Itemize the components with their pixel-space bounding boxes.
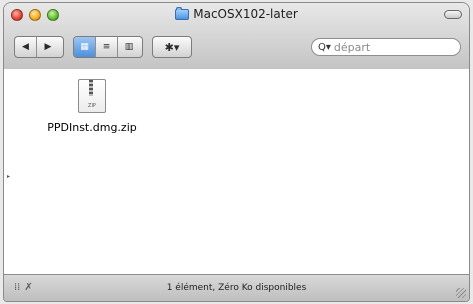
resize-handle[interactable] (456, 288, 466, 298)
navigation-buttons: ◀ ▶ (14, 36, 64, 58)
status-bar: ⁞⁞ ✗ 1 élément, Zéro Ko disponibles (4, 274, 469, 301)
toolbar-toggle-button[interactable] (444, 10, 462, 19)
zip-icon-label: ZIP (88, 103, 96, 109)
search-icon: Q▾ (318, 41, 331, 53)
file-name[interactable]: PPDInst.dmg.zip (42, 121, 142, 134)
title-bar: MacOSX102-later ◀ ▶ ▦ ≡ ▥ ✱▾ Q▾ départ (4, 3, 469, 70)
search-field[interactable]: Q▾ départ (311, 38, 461, 56)
file-item[interactable]: ZIP PPDInst.dmg.zip (42, 79, 142, 134)
action-gear-button[interactable]: ✱▾ (153, 37, 191, 57)
file-browser-area[interactable]: ZIP PPDInst.dmg.zip ▸ (4, 69, 469, 274)
zip-file-icon[interactable]: ZIP (78, 79, 106, 113)
finder-window: MacOSX102-later ◀ ▶ ▦ ≡ ▥ ✱▾ Q▾ départ Z… (3, 2, 470, 302)
sidebar-collapse-handle[interactable]: ▸ (7, 173, 10, 180)
forward-button[interactable]: ▶ (37, 37, 59, 57)
icon-view-button[interactable]: ▦ (74, 37, 96, 57)
status-text: 1 élément, Zéro Ko disponibles (166, 283, 307, 293)
column-view-button[interactable]: ▥ (118, 37, 140, 57)
window-title: MacOSX102-later (4, 6, 469, 21)
back-button[interactable]: ◀ (15, 37, 37, 57)
action-menu: ✱▾ (152, 36, 192, 58)
zipper-graphic (89, 80, 93, 96)
list-view-button[interactable]: ≡ (96, 37, 118, 57)
search-placeholder: départ (333, 40, 371, 54)
window-title-text: MacOSX102-later (193, 7, 298, 21)
toolbar: ◀ ▶ ▦ ≡ ▥ ✱▾ Q▾ départ (4, 36, 469, 62)
folder-icon (175, 6, 190, 20)
view-mode-buttons: ▦ ≡ ▥ (73, 36, 143, 58)
